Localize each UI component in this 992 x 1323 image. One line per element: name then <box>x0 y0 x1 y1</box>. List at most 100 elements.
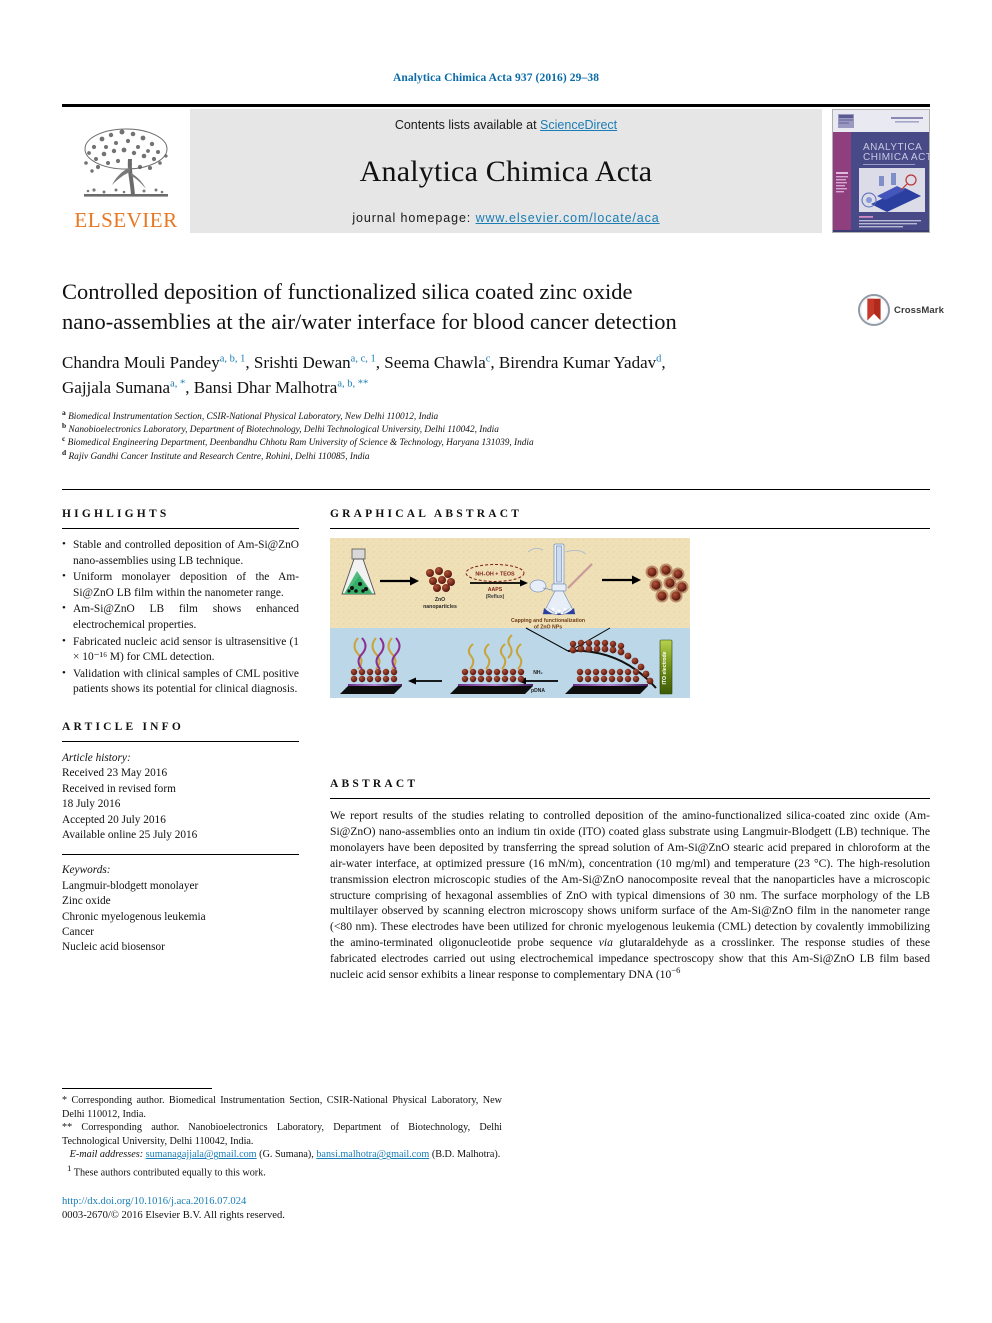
title-line-2: nano-assemblies at the air/water interfa… <box>62 309 677 334</box>
author-name: Seema Chawla <box>384 353 486 372</box>
footnote-divider <box>62 1088 212 1089</box>
label-nh2: NH₂ <box>533 670 542 676</box>
contents-available-line: Contents lists available at ScienceDirec… <box>395 118 617 132</box>
author-name: Bansi Dhar Malhotra <box>193 378 338 397</box>
graphical-abstract-image: ZnO nanoparticles NH₄OH + TEOS AAPS (Ref… <box>330 538 690 698</box>
label-zno-nanoparticles-1: ZnO <box>435 597 445 603</box>
elsevier-logo: ELSEVIER <box>62 109 190 233</box>
graphical-abstract-divider <box>330 528 930 529</box>
author: Seema Chawlac <box>384 353 490 372</box>
footnote-equal-contribution: 1 These authors contributed equally to t… <box>62 1162 502 1180</box>
author-affil-marks: a, b, ** <box>337 378 369 390</box>
label-reagents: NH₄OH + TEOS <box>475 572 515 578</box>
affiliation-text: Nanobioelectronics Laboratory, Departmen… <box>68 425 499 436</box>
journal-homepage-line: journal homepage: www.elsevier.com/locat… <box>352 211 659 225</box>
affiliation-item: c Biomedical Engineering Department, Dee… <box>62 434 852 450</box>
abstract-via-italic: via <box>598 936 613 950</box>
article-info-heading: ARTICLE INFO <box>62 720 185 733</box>
author-affil-marks: a, b, 1 <box>219 353 246 365</box>
doi-line[interactable]: http://dx.doi.org/10.1016/j.aca.2016.07.… <box>62 1195 502 1209</box>
author: Chandra Mouli Pandeya, b, 1 <box>62 353 245 372</box>
affiliation-mark: c <box>62 434 66 444</box>
affiliation-mark: d <box>62 447 67 457</box>
affiliation-mark: a <box>62 407 66 417</box>
journal-first-page: Analytica Chimica Acta 937 (2016) 29–38 <box>0 0 992 1323</box>
author-sep: , <box>245 353 254 372</box>
author: Bansi Dhar Malhotraa, b, ** <box>194 378 368 397</box>
highlight-text: Fabricated nucleic acid sensor is ultras… <box>73 635 299 664</box>
author: Birendra Kumar Yadavd <box>499 353 661 372</box>
history-item: 18 July 2016 <box>62 798 121 811</box>
crossmark-badge[interactable]: CrossMark <box>858 288 944 332</box>
history-item: Received in revised form <box>62 782 176 795</box>
crossmark-label: CrossMark <box>893 304 944 316</box>
author-name: Birendra Kumar Yadav <box>498 353 657 372</box>
graphical-abstract-figure: ZnO nanoparticles NH₄OH + TEOS AAPS (Ref… <box>330 538 690 698</box>
highlight-text: Am-Si@ZnO LB film shows enhanced electro… <box>73 603 299 631</box>
keyword-item: Zinc oxide <box>62 895 111 908</box>
article-info-divider <box>62 740 299 742</box>
elsevier-tree-icon <box>84 128 168 197</box>
footnote-corresponding-1: * Corresponding author. Biomedical Instr… <box>62 1095 502 1120</box>
keyword-item: Chronic myelogenous leukemia <box>62 910 206 923</box>
list-item: Uniform monolayer deposition of the Am-S… <box>62 569 299 601</box>
author-affil-marks: a, * <box>170 378 186 390</box>
highlight-text: Stable and controlled deposition of Am-S… <box>73 539 299 567</box>
page-title: Controlled deposition of functionalized … <box>62 277 852 337</box>
label-reflux: (Reflux) <box>486 594 505 600</box>
affiliation-item: b Nanobioelectronics Laboratory, Departm… <box>62 422 852 437</box>
author-name: Srishti Dewan <box>253 353 351 372</box>
svg-text:CHIMICA ACTA: CHIMICA ACTA <box>863 152 929 163</box>
email-owner-2: (B.D. Malhotra). <box>429 1149 501 1161</box>
graphical-abstract-heading: GRAPHICAL ABSTRACT <box>330 508 523 520</box>
author: Srishti Dewana, c, 1 <box>254 353 376 372</box>
label-aaps: AAPS <box>488 587 503 593</box>
article-history-block: Article history: Received 23 May 2016 Re… <box>62 751 299 843</box>
affiliation-text: Biomedical Engineering Department, Deenb… <box>67 438 534 449</box>
journal-cover-thumbnail[interactable]: ANALYTICA CHIMICA ACTA <box>832 109 930 233</box>
footnote-emails: E-mail addresses: sumanagajjala@gmail.co… <box>62 1148 502 1162</box>
doi-link[interactable]: http://dx.doi.org/10.1016/j.aca.2016.07.… <box>62 1196 246 1207</box>
affiliation-text: Rajiv Gandhi Cancer Institute and Resear… <box>68 451 370 462</box>
highlights-list: Stable and controlled deposition of Am-S… <box>62 537 299 698</box>
list-item: Stable and controlled deposition of Am-S… <box>62 537 299 569</box>
affiliation-text: Biomedical Instrumentation Section, CSIR… <box>68 412 439 422</box>
author: Gajjala Sumanaa, * <box>62 378 185 397</box>
email-link-sumana[interactable]: sumanagajjala@gmail.com <box>146 1149 257 1160</box>
history-item: Received 23 May 2016 <box>62 767 168 780</box>
journal-band: Contents lists available at ScienceDirec… <box>190 109 822 233</box>
footnote-mark-1: 1 <box>67 1162 72 1173</box>
sciencedirect-link[interactable]: ScienceDirect <box>540 118 617 132</box>
keyword-item: Langmuir-blodgett monolayer <box>62 879 199 892</box>
article-header: Controlled deposition of functionalized … <box>62 277 852 464</box>
abstract-heading: ABSTRACT <box>330 778 419 790</box>
journal-cover-art: ANALYTICA CHIMICA ACTA <box>833 110 929 232</box>
email-link-malhotra[interactable]: bansi.malhotra@gmail.com <box>316 1149 429 1160</box>
keyword-item: Cancer <box>62 926 94 938</box>
title-line-1: Controlled deposition of functionalized … <box>62 279 633 304</box>
keywords-divider <box>62 854 299 856</box>
author-sep: , <box>375 353 385 372</box>
left-column: HIGHLIGHTS Stable and controlled deposit… <box>62 508 299 956</box>
label-capping-1: Capping and functionalization <box>511 618 585 624</box>
journal-homepage-link[interactable]: www.elsevier.com/locate/aca <box>476 211 660 225</box>
highlights-heading: HIGHLIGHTS <box>62 508 170 520</box>
highlight-text: Uniform monolayer deposition of the Am-S… <box>73 571 299 599</box>
author-sep: , <box>185 378 194 397</box>
highlight-text: Validation with clinical samples of CML … <box>73 667 299 696</box>
journal-title: Analytica Chimica Acta <box>359 154 653 188</box>
header-divider <box>62 489 930 490</box>
author-sep: , <box>490 353 499 372</box>
author-list: Chandra Mouli Pandeya, b, 1, Srishti Dew… <box>62 350 852 400</box>
equal-contribution-text: These authors contributed equally to thi… <box>73 1167 266 1179</box>
affiliation-item: d Rajiv Gandhi Cancer Institute and Rese… <box>62 447 852 464</box>
abstract-divider <box>330 798 930 799</box>
author-name: Gajjala Sumana <box>62 378 171 397</box>
email-owner-1: (G. Sumana), <box>256 1149 317 1161</box>
abstract-body: We report results of the studies relatin… <box>330 808 930 983</box>
author-sep: , <box>661 353 666 372</box>
label-capping-2: of ZnO NPs <box>534 625 562 631</box>
crossmark-icon <box>858 294 890 326</box>
label-pdna: pDNA <box>531 688 545 694</box>
copyright-line: 0003-2670/© 2016 Elsevier B.V. All right… <box>62 1209 285 1221</box>
